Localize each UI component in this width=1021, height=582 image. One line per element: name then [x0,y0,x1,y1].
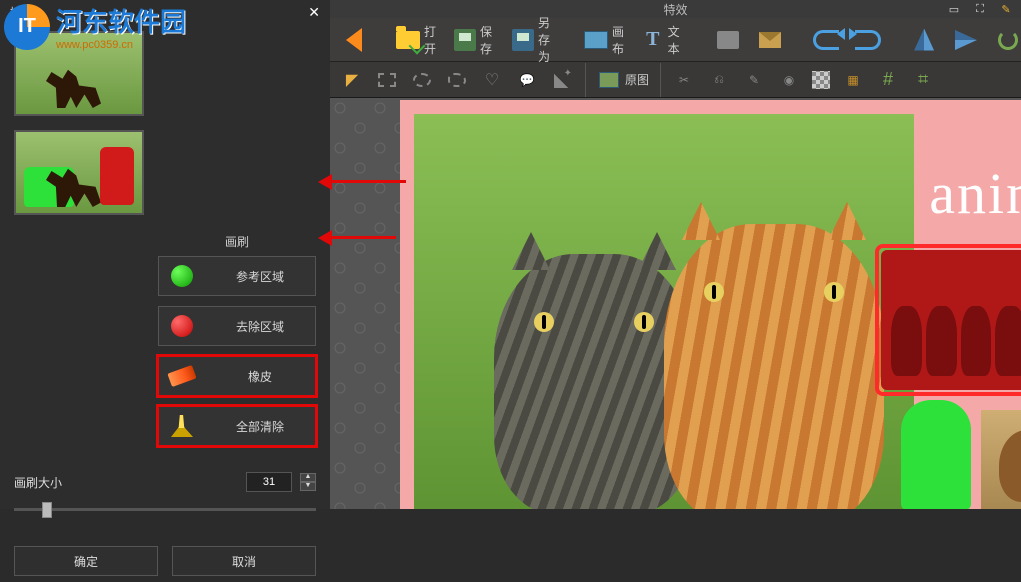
canvas-button[interactable]: 画布 [580,21,632,59]
clear-all-button[interactable]: 全部清除 [158,406,316,446]
slider-handle[interactable] [42,502,52,518]
remove-area-button[interactable]: 去除区域 [158,306,316,346]
rect-select-tool[interactable] [371,66,403,94]
speech-shape-tool[interactable]: 💬 [511,66,543,94]
text-icon: T [646,28,659,51]
heart-shape-tool[interactable]: ♡ [476,66,508,94]
edit-icon[interactable]: ✎ [999,2,1013,16]
reference-mask-overlay[interactable] [901,400,971,509]
open-button[interactable]: 打开 [392,21,444,59]
lasso-icon [448,73,466,87]
thumb-content [46,63,101,108]
pointer-tool[interactable]: ◤ [336,66,368,94]
magic-wand-tool[interactable] [546,66,578,94]
snap-tool[interactable]: ⌗ [907,66,939,94]
canvas-page[interactable]: anima [400,100,1021,509]
panel-title: 擦除 [10,4,34,21]
page-heading[interactable]: anima [929,160,1021,227]
original-thumbnail[interactable] [14,31,144,116]
close-icon[interactable]: ✕ [308,4,320,21]
eraser-icon [167,365,196,387]
speech-icon: 💬 [520,73,535,87]
side-photo-puppies[interactable] [881,250,1021,390]
ellipse-select-tool[interactable] [406,66,438,94]
annotation-arrow [330,236,396,239]
canvas-icon [584,31,608,49]
grid-tool[interactable]: ▦ [837,66,869,94]
guides-tool[interactable]: # [872,66,904,94]
flip-v-button[interactable] [948,24,984,56]
rotate-button[interactable] [990,24,1021,56]
save-icon [454,29,476,51]
spin-down-icon[interactable]: ▼ [300,482,316,491]
cancel-button[interactable]: 取消 [172,546,316,576]
stamp-icon: ⎌ [707,68,731,92]
photo-subject [664,224,884,509]
eyedrop-tool[interactable]: ✎ [738,66,770,94]
masked-thumbnail[interactable] [14,130,144,215]
spin-up-icon[interactable]: ▲ [300,473,316,482]
flip-h-button[interactable] [906,24,942,56]
heart-icon: ♡ [485,70,499,90]
green-dot-icon [171,265,193,287]
rect-select-icon [378,73,396,87]
red-dot-icon [171,315,193,337]
text-button[interactable]: T 文本 [638,21,690,59]
maximize-icon[interactable]: ⛶ [973,2,987,16]
window-title: 特效 [663,1,687,18]
checker-icon [812,71,830,89]
original-view-button[interactable]: 原图 [593,66,653,94]
guides-icon: # [876,68,900,92]
erase-panel: 擦除 ✕ 画刷 参考区域 去除区域 [0,0,330,509]
canvas-viewport[interactable]: anima [330,98,1021,509]
magic-wand-icon [554,72,570,88]
brush-size-slider[interactable] [14,498,316,522]
mail-icon [759,32,781,48]
main-photo[interactable] [414,114,914,509]
undo-icon [813,30,839,50]
print-icon [717,31,739,49]
crop-icon: ✂ [672,68,696,92]
flip-vertical-icon [955,30,977,50]
ok-button[interactable]: 确定 [14,546,158,576]
flip-horizontal-icon [914,29,934,51]
folder-open-icon [396,31,420,49]
broom-icon [171,415,193,437]
undo-button[interactable] [808,24,844,56]
brush-size-label: 画刷大小 [14,474,238,491]
main-toolbar: 打开 保存 另存为 画布 T 文本 [330,18,1021,62]
side-photo-squirrel[interactable] [981,410,1021,509]
back-button[interactable] [336,24,372,56]
redo-button[interactable] [850,24,886,56]
save-button[interactable]: 保存 [450,21,502,59]
redo-icon [855,30,881,50]
selection-toolbar: ◤ ♡ 💬 原图 ✂ ⎌ ✎ ◉ ▦ # ⌗ [330,62,1021,98]
mail-button[interactable] [752,24,788,56]
crop-tool[interactable]: ✂ [668,66,700,94]
reference-area-button[interactable]: 参考区域 [158,256,316,296]
snap-icon: ⌗ [911,68,935,92]
image-icon [599,72,619,88]
back-arrow-icon [346,28,362,52]
blur-tool[interactable]: ◉ [773,66,805,94]
annotation-arrow [330,180,406,183]
eyedropper-icon: ✎ [742,68,766,92]
save-as-icon [512,29,534,51]
lasso-tool[interactable] [441,66,473,94]
transparency-tool[interactable] [808,69,834,91]
editor-area: 特效 ▭ ⛶ ✎ 打开 保存 另存为 画布 T 文本 [330,0,1021,509]
blur-icon: ◉ [777,68,801,92]
brush-size-input[interactable] [246,472,292,492]
brush-header: 画刷 [158,229,316,256]
ellipse-select-icon [413,73,431,87]
rotate-icon [998,30,1018,50]
print-button[interactable] [710,24,746,56]
grid-icon: ▦ [841,68,865,92]
eraser-button[interactable]: 橡皮 [158,356,316,396]
stamp-tool[interactable]: ⎌ [703,66,735,94]
save-as-button[interactable]: 另存为 [508,12,560,67]
minimize-icon[interactable]: ▭ [947,2,961,16]
pointer-icon: ◤ [346,70,358,90]
